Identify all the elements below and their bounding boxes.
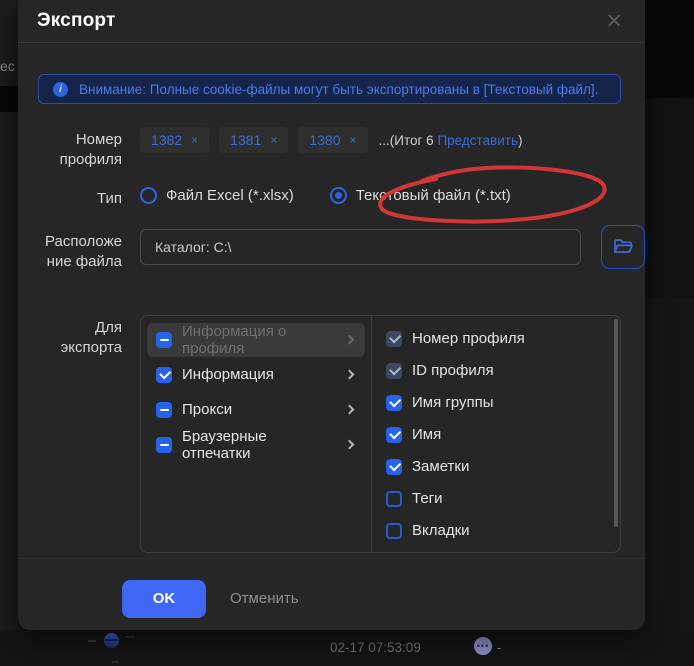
indeterminate-checkbox-icon[interactable] [156,332,172,348]
indeterminate-checkbox-icon[interactable] [156,437,172,453]
checked-disabled-checkbox-icon [386,363,402,379]
profile-tag: 1382 × [140,127,209,153]
export-dialog: Экспорт ✕ i Внимание: Полные cookie-файл… [18,0,645,630]
background-dash [112,661,119,663]
dialog-body: i Внимание: Полные cookie-файлы могут бы… [18,43,645,553]
background-dark-area [645,0,694,98]
field-label: Номер профиля [412,330,525,347]
category-label: Информация о профиля [182,323,336,357]
category-profile-info[interactable]: Информация о профиля [147,323,365,357]
checked-checkbox-icon[interactable] [386,395,402,411]
category-label: Информация [182,366,274,383]
warning-text: Внимание: Полные cookie-файлы могут быть… [79,82,598,97]
chevron-right-icon [345,440,355,450]
checked-checkbox-icon[interactable] [386,459,402,475]
checked-checkbox-icon[interactable] [386,427,402,443]
checked-checkbox-icon[interactable] [156,367,172,383]
file-location-label: Расположение файла [38,229,122,273]
summary-suffix: ) [518,133,523,148]
category-label: Браузерные отпечатки [182,428,336,462]
tag-remove-icon[interactable]: × [350,133,357,147]
field-label: Имя группы [412,394,494,411]
category-label: Прокси [182,401,232,418]
dialog-footer: OK Отменить [18,558,645,618]
export-tree-panel: Информация о профиля Информация Прокси [140,315,621,553]
export-fields-row: Для экспорта Информация о профиля Информ… [38,315,621,553]
profile-tag: 1380 × [298,127,367,153]
scrollbar-thumb[interactable] [614,319,618,527]
chevron-right-icon [345,370,355,380]
profile-number-label: Номер профиля [38,127,122,171]
avatar: ••• [474,637,492,655]
tag-remove-icon[interactable]: × [270,133,277,147]
background-mid-area [645,98,694,298]
radio-circle-icon[interactable] [140,187,157,204]
radio-excel[interactable]: Файл Excel (*.xlsx) [140,187,294,204]
category-browser-fingerprints[interactable]: Браузерные отпечатки [147,428,365,462]
cancel-button[interactable]: Отменить [230,590,299,607]
field-name[interactable]: Имя [372,419,620,451]
field-label: Заметки [412,458,469,475]
profile-number-row: Номер профиля 1382 × 1381 × 1380 × . [38,127,621,171]
field-profile-number[interactable]: Номер профиля [372,323,620,355]
warning-banner: i Внимание: Полные cookie-файлы могут бы… [38,74,621,104]
chevron-right-icon [345,335,355,345]
close-icon[interactable]: ✕ [605,11,623,32]
background-left-block [0,86,18,112]
directory-input[interactable] [140,229,581,265]
radio-circle-selected-icon[interactable] [330,187,347,204]
file-type-label: Тип [38,186,122,209]
export-fields-label: Для экспорта [38,315,122,359]
field-label: Вкладки [412,522,470,539]
avatar-dash: - [497,640,501,655]
field-tags[interactable]: Теги [372,483,620,515]
tags-summary: ...(Итог 6 Представить) [379,133,523,148]
file-type-row: Тип Файл Excel (*.xlsx) Текстовый файл (… [38,186,621,209]
dialog-header: Экспорт ✕ [18,0,645,43]
dialog-title: Экспорт [37,10,116,32]
field-profile-id[interactable]: ID профиля [372,355,620,387]
field-label: Теги [412,490,443,507]
indeterminate-checkbox-icon[interactable] [156,402,172,418]
field-notes[interactable]: Заметки [372,451,620,483]
field-bookmarks[interactable]: Вкладки [372,515,620,547]
category-information[interactable]: Информация [147,358,365,392]
tag-remove-icon[interactable]: × [191,133,198,147]
profile-tag-value: 1380 [309,132,340,148]
field-label: ID профиля [412,362,494,379]
export-categories-column: Информация о профиля Информация Прокси [141,316,371,552]
browse-folder-button[interactable] [601,225,645,269]
category-proxy[interactable]: Прокси [147,393,365,427]
field-group-name[interactable]: Имя группы [372,387,620,419]
background-dash [125,636,135,638]
profile-tag-value: 1381 [230,132,261,148]
checked-disabled-checkbox-icon [386,331,402,347]
export-fields-column: Номер профиля ID профиля Имя группы [371,316,620,552]
radio-txt[interactable]: Текстовый файл (*.txt) [330,187,511,204]
profile-tag: 1381 × [219,127,288,153]
field-label: Имя [412,426,441,443]
background-dash [88,640,96,642]
info-icon: i [53,82,68,97]
radio-excel-label: Файл Excel (*.xlsx) [166,187,294,204]
ok-button[interactable]: OK [122,580,206,618]
open-folder-icon [611,235,635,259]
unchecked-checkbox-icon[interactable] [386,491,402,507]
unchecked-checkbox-icon[interactable] [386,523,402,539]
file-location-row: Расположение файла [38,229,621,289]
profile-tag-value: 1382 [151,132,182,148]
radio-txt-label: Текстовый файл (*.txt) [356,187,511,204]
show-all-link[interactable]: Представить [437,133,518,148]
browser-globe-icon [104,633,119,648]
row-timestamp: 02-17 07:53:09 [330,640,421,655]
summary-prefix: ...(Итог 6 [379,133,438,148]
background-partial-text: ec [0,58,15,74]
chevron-right-icon [345,405,355,415]
